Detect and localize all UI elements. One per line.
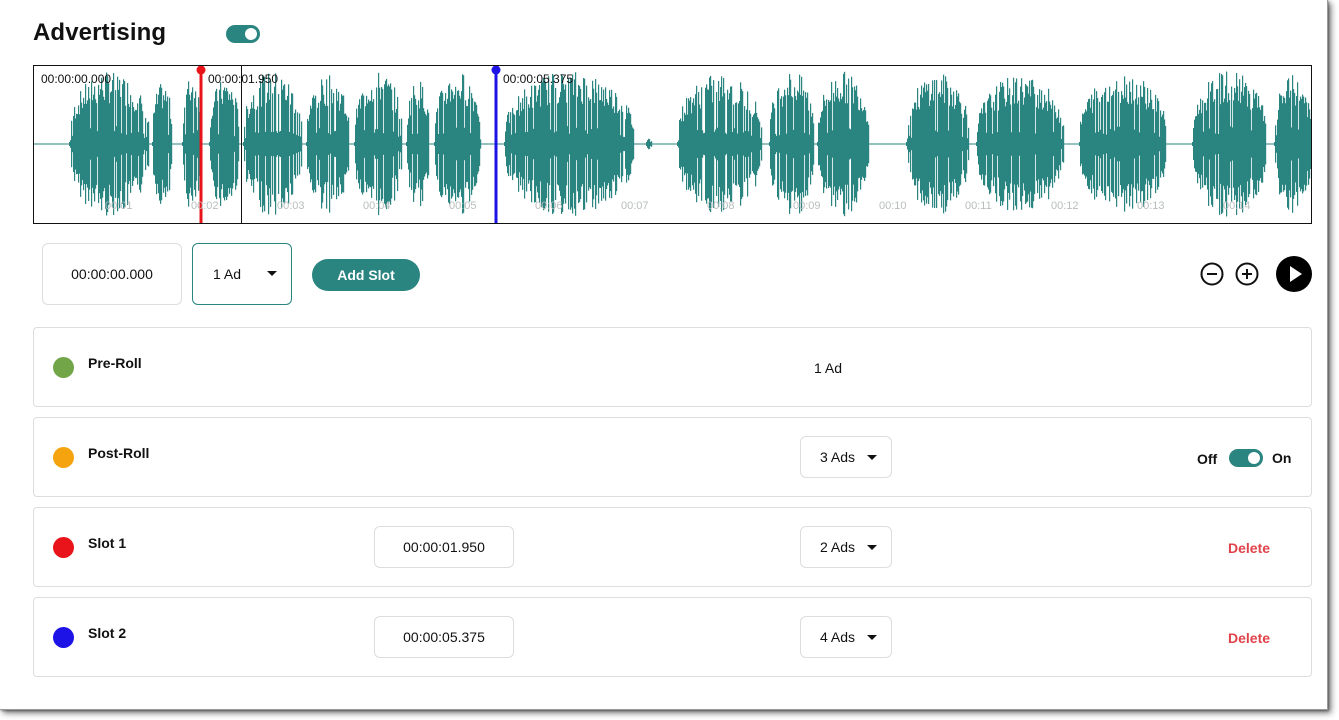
row-label: Pre-Roll [88,355,142,371]
marker-label-slot-1: 00:00:01.950 [208,72,279,86]
toggle-on-label: On [1272,450,1292,466]
page-title: Advertising [33,19,167,46]
timeline-tick: 00:01 [105,200,133,212]
slot-1-ad-select[interactable]: 2 Ads [800,526,892,568]
ad-count-value: 2 Ads [820,539,856,555]
timeline-tick: 00:03 [277,200,305,212]
zoom-in-icon[interactable] [1234,261,1260,287]
timeline-tick: 00:02 [191,200,219,212]
chevron-down-icon [867,545,877,550]
toggle-off-label: Off [1197,451,1218,467]
timeline-tick: 00:04 [363,200,391,212]
chevron-down-icon [267,271,277,276]
row-label: Post-Roll [88,445,150,461]
timeline-tick: 00:08 [707,200,735,212]
toggle-knob [1248,452,1260,464]
waveform-canvas[interactable] [34,66,1311,223]
timeline-tick: 00:06 [535,200,563,212]
timeline-tick: 00:09 [793,200,821,212]
waveform-start-label: 00:00:00.000 [41,72,112,86]
pre-roll-ad-count: 1 Ad [814,360,843,376]
chevron-down-icon [867,635,877,640]
ad-count-select[interactable]: 1 Ad [192,243,292,305]
timeline-tick: 00:14 [1223,200,1251,212]
list-item-slot-2: Slot 2 00:00:05.375 4 Ads Delete [33,597,1312,677]
slot-2-color-dot [53,627,74,648]
slot-marker-handle[interactable] [491,66,501,75]
list-item-post-roll: Post-Roll 3 Ads Off On [33,417,1312,497]
row-label: Slot 2 [88,625,127,641]
slot-1-time-input[interactable]: 00:00:01.950 [374,526,514,568]
advertising-toggle[interactable] [226,25,260,43]
play-icon[interactable] [1276,256,1312,292]
timeline-tick: 00:10 [879,200,907,212]
advertising-panel: Advertising 00:00:00.000 00:00:01.950 00… [0,0,1328,710]
slot-2-ad-select[interactable]: 4 Ads [800,616,892,658]
slot-marker-handle[interactable] [196,66,206,75]
slot-2-delete-button[interactable]: Delete [1228,630,1270,646]
marker-label-slot-2: 00:00:05.375 [503,72,574,86]
timeline-tick: 00:05 [449,200,477,212]
post-roll-color-dot [53,447,74,468]
timeline-tick: 00:12 [1051,200,1079,212]
slot-1-delete-button[interactable]: Delete [1228,540,1270,556]
add-slot-button[interactable]: Add Slot [312,259,420,291]
post-roll-ad-select[interactable]: 3 Ads [800,436,892,478]
slot-2-time-input[interactable]: 00:00:05.375 [374,616,514,658]
post-roll-toggle[interactable] [1229,449,1263,467]
zoom-out-icon[interactable] [1199,261,1225,287]
slot-1-color-dot [53,537,74,558]
ad-count-value: 4 Ads [820,629,856,645]
list-item-slot-1: Slot 1 00:00:01.950 2 Ads Delete [33,507,1312,587]
ad-count-value: 3 Ads [820,449,856,465]
chevron-down-icon [867,455,877,460]
waveform-editor[interactable]: 00:00:00.000 00:00:01.950 00:00:05.375 0… [33,65,1312,224]
timeline-tick: 00:07 [621,200,649,212]
timeline-tick: 00:13 [1137,200,1165,212]
ad-count-value: 1 Ad [213,266,242,282]
waveform-bars [34,71,1311,217]
row-label: Slot 1 [88,535,127,551]
toggle-knob [245,28,257,40]
timeline-tick: 00:11 [965,200,992,212]
pre-roll-color-dot [53,357,74,378]
list-item-pre-roll: Pre-Roll 1 Ad [33,327,1312,407]
slot-time-input[interactable]: 00:00:00.000 [42,243,182,305]
